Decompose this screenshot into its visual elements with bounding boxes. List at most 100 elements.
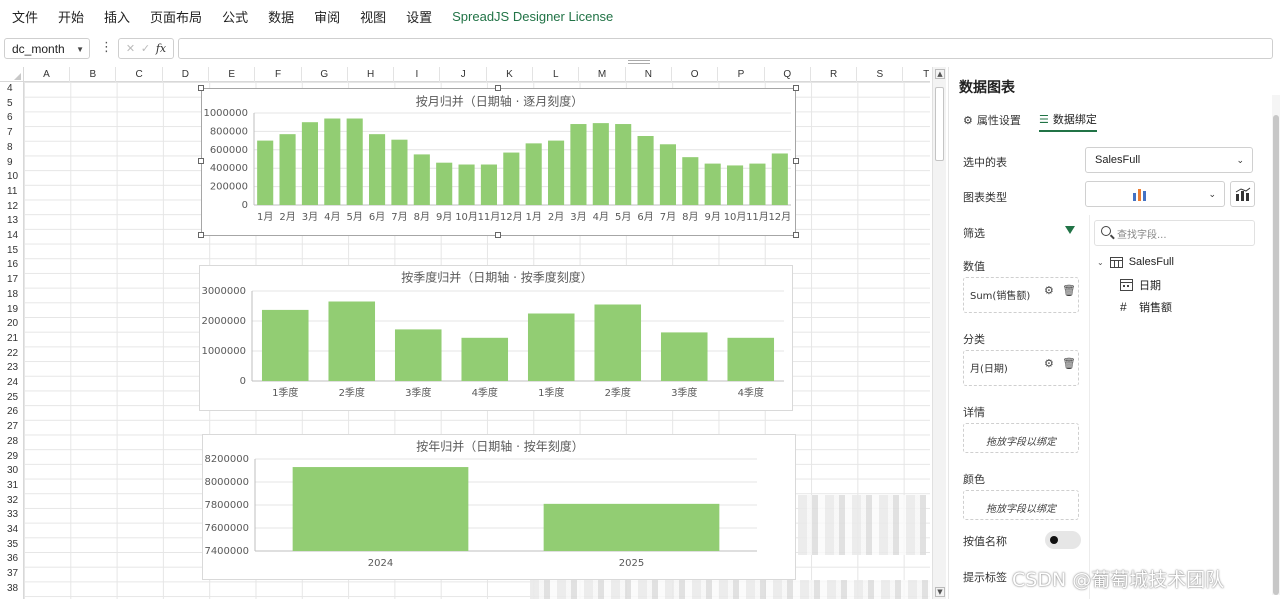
values-dropzone[interactable]: Sum(销售额) ⚙ 🗑 — [963, 277, 1079, 313]
row-header-cell[interactable]: 34 — [0, 523, 24, 538]
bar[interactable] — [637, 136, 654, 205]
row-header-cell[interactable]: 28 — [0, 435, 24, 450]
filter-icon[interactable] — [1065, 226, 1075, 234]
row-header-cell[interactable]: 20 — [0, 317, 24, 332]
row-header-cell[interactable]: 37 — [0, 567, 24, 582]
tab-properties[interactable]: ⚙ 属性设置 — [963, 108, 1021, 132]
row-header-cell[interactable]: 25 — [0, 391, 24, 406]
bar[interactable] — [391, 139, 408, 205]
column-header-cell[interactable]: A — [24, 67, 70, 82]
tree-field-sales[interactable]: # 销售额 — [1120, 299, 1172, 315]
row-header-cell[interactable]: 12 — [0, 200, 24, 215]
row-header-cell[interactable]: 15 — [0, 244, 24, 259]
bar[interactable] — [346, 118, 363, 205]
column-header-cell[interactable]: O — [672, 67, 719, 82]
bar[interactable] — [436, 162, 453, 205]
row-header-cell[interactable]: 29 — [0, 450, 24, 465]
bar[interactable] — [592, 123, 609, 205]
gear-icon[interactable]: ⚙ — [1044, 284, 1054, 297]
column-header-cell[interactable]: H — [348, 67, 395, 82]
bar[interactable] — [279, 134, 296, 205]
field-search-input[interactable]: 查找字段... — [1094, 220, 1255, 246]
column-header-cell[interactable]: J — [441, 67, 487, 82]
cancel-icon[interactable]: ✕ — [126, 42, 135, 55]
category-dropzone[interactable]: 月(日期) ⚙ 🗑 — [963, 350, 1079, 386]
resize-grip-icon[interactable] — [628, 60, 650, 64]
row-header-cell[interactable]: 10 — [0, 170, 24, 185]
bar[interactable] — [771, 153, 788, 205]
column-header-cell[interactable]: R — [811, 67, 858, 82]
row-header-cell[interactable]: 13 — [0, 214, 24, 229]
bar[interactable] — [503, 152, 520, 205]
row-header-cell[interactable]: 30 — [0, 464, 24, 479]
resize-handle[interactable] — [198, 158, 204, 164]
resize-handle[interactable] — [198, 85, 204, 91]
row-header-cell[interactable]: 17 — [0, 273, 24, 288]
scroll-down-icon[interactable]: ▼ — [935, 587, 945, 597]
column-header-cell[interactable]: S — [857, 67, 904, 82]
chart-type-select[interactable]: ⌄ — [1085, 181, 1225, 207]
menu-item-home[interactable]: 开始 — [58, 7, 84, 26]
bar[interactable] — [570, 124, 587, 205]
column-header-cell[interactable]: K — [487, 67, 533, 82]
bar[interactable] — [525, 143, 542, 205]
bar[interactable] — [301, 122, 318, 205]
name-box[interactable]: dc_month ▼ — [4, 38, 90, 59]
trash-icon[interactable]: 🗑 — [1062, 357, 1076, 370]
bar[interactable] — [659, 144, 676, 205]
panel-scrollbar[interactable] — [1272, 95, 1280, 595]
resize-handle[interactable] — [793, 158, 799, 164]
bar[interactable] — [727, 337, 775, 381]
row-header-cell[interactable]: 23 — [0, 361, 24, 376]
color-dropzone[interactable]: 拖放字段以绑定 — [963, 490, 1079, 520]
column-header-cell[interactable]: P — [719, 67, 765, 82]
column-header-cell[interactable]: D — [163, 67, 209, 82]
resize-handle[interactable] — [495, 85, 501, 91]
tree-root[interactable]: ⌄ SalesFull — [1097, 256, 1174, 268]
chart-monthly[interactable]: 按月归并（日期轴 · 逐月刻度） 1000000 800000 600000 40000… — [201, 88, 796, 236]
bar[interactable] — [413, 154, 430, 205]
resize-handle[interactable] — [793, 85, 799, 91]
bar[interactable] — [461, 337, 509, 381]
bar[interactable] — [594, 304, 642, 382]
menu-item-data[interactable]: 数据 — [268, 7, 294, 26]
bar[interactable] — [458, 164, 475, 205]
bar[interactable] — [548, 140, 565, 205]
menu-item-review[interactable]: 审阅 — [314, 7, 340, 26]
row-header-cell[interactable]: 22 — [0, 347, 24, 362]
row-header-cell[interactable]: 6 — [0, 111, 24, 126]
column-header-cell[interactable]: C — [117, 67, 163, 82]
confirm-icon[interactable]: ✓ — [141, 42, 150, 55]
select-all-corner[interactable] — [0, 67, 24, 82]
menu-item-page-layout[interactable]: 页面布局 — [150, 7, 202, 26]
function-icon[interactable]: fx — [156, 42, 166, 55]
resize-handle[interactable] — [495, 232, 501, 238]
row-header-cell[interactable]: 9 — [0, 156, 24, 171]
menu-item-license[interactable]: SpreadJS Designer License — [452, 9, 613, 24]
row-header-cell[interactable]: 8 — [0, 141, 24, 156]
row-header-cell[interactable]: 11 — [0, 185, 24, 200]
menu-item-settings[interactable]: 设置 — [406, 7, 432, 26]
row-header-cell[interactable]: 4 — [0, 82, 24, 97]
more-vertical-icon[interactable]: ⋮ — [100, 40, 113, 55]
bar[interactable] — [527, 313, 575, 382]
bar[interactable] — [328, 301, 376, 382]
chart-yearly[interactable]: 按年归并（日期轴 · 按年刻度） 8200000 8000000 7800000 760… — [202, 434, 796, 580]
formula-input[interactable] — [178, 38, 1273, 59]
row-header-cell[interactable]: 26 — [0, 405, 24, 420]
bar[interactable] — [394, 329, 442, 381]
row-header-cell[interactable]: 38 — [0, 582, 24, 597]
column-header-cell[interactable]: T — [904, 67, 930, 82]
bar[interactable] — [749, 163, 766, 205]
menu-item-file[interactable]: 文件 — [12, 7, 38, 26]
row-header-cell[interactable]: 21 — [0, 332, 24, 347]
row-header-cell[interactable]: 35 — [0, 538, 24, 553]
tab-data-binding[interactable]: ☰ 数据绑定 — [1039, 108, 1097, 132]
row-header-cell[interactable]: 32 — [0, 494, 24, 509]
row-header-cell[interactable]: 5 — [0, 97, 24, 112]
chevron-down-icon[interactable]: ▼ — [76, 45, 84, 54]
row-header-cell[interactable]: 31 — [0, 479, 24, 494]
spreadsheet[interactable]: ABCDEFGHIJKLMNOPQRST 4 5 6 7 8 9 10 11 12 13 14 15 1… — [0, 67, 930, 599]
row-header-cell[interactable]: 24 — [0, 376, 24, 391]
row-header-cell[interactable]: 33 — [0, 508, 24, 523]
